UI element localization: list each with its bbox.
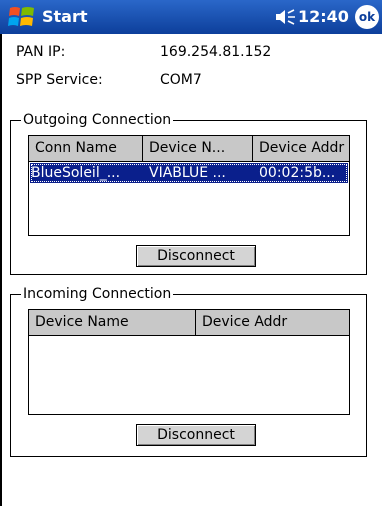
device-name-cell: VIABLUE ...: [149, 165, 226, 181]
outgoing-connection-group: Outgoing Connection Conn Name Device N..…: [10, 111, 367, 275]
incoming-disconnect-button[interactable]: Disconnect: [136, 424, 256, 446]
incoming-connection-group: Incoming Connection Device Name Device A…: [10, 285, 367, 457]
app-title[interactable]: Start: [42, 7, 88, 26]
outgoing-disconnect-button[interactable]: Disconnect: [136, 245, 256, 267]
window-edge: [0, 34, 2, 506]
ok-button[interactable]: ok: [355, 5, 379, 29]
list-header: Conn Name Device N... Device Addr: [29, 136, 349, 162]
pan-ip-value: 169.254.81.152: [160, 44, 272, 60]
column-header-conn-name[interactable]: Conn Name: [29, 136, 143, 162]
list-header: Device Name Device Addr: [29, 310, 349, 336]
column-header-device-addr[interactable]: Device Addr: [253, 136, 349, 162]
device-addr-cell: 00:02:5b...: [259, 165, 336, 181]
title-bar: Start 12:40 ok: [0, 0, 382, 34]
conn-name-cell: BlueSoleil_...: [31, 165, 121, 181]
incoming-connection-title: Incoming Connection: [21, 285, 174, 303]
incoming-connection-list[interactable]: Device Name Device Addr: [28, 309, 350, 415]
column-header-device-addr[interactable]: Device Addr: [196, 310, 349, 336]
column-header-device-name[interactable]: Device N...: [143, 136, 253, 162]
windows-start-icon[interactable]: [8, 4, 36, 30]
clock-time[interactable]: 12:40: [298, 7, 349, 26]
spp-service-label: SPP Service:: [16, 72, 103, 88]
pan-ip-label: PAN IP:: [16, 44, 66, 60]
table-row[interactable]: BlueSoleil_... VIABLUE ... 00:02:5b...: [30, 163, 348, 183]
column-header-device-name[interactable]: Device Name: [29, 310, 196, 336]
speaker-icon[interactable]: [275, 8, 297, 26]
outgoing-connection-title: Outgoing Connection: [21, 111, 174, 129]
spp-service-value: COM7: [160, 72, 202, 88]
outgoing-connection-list[interactable]: Conn Name Device N... Device Addr BlueSo…: [28, 135, 350, 236]
